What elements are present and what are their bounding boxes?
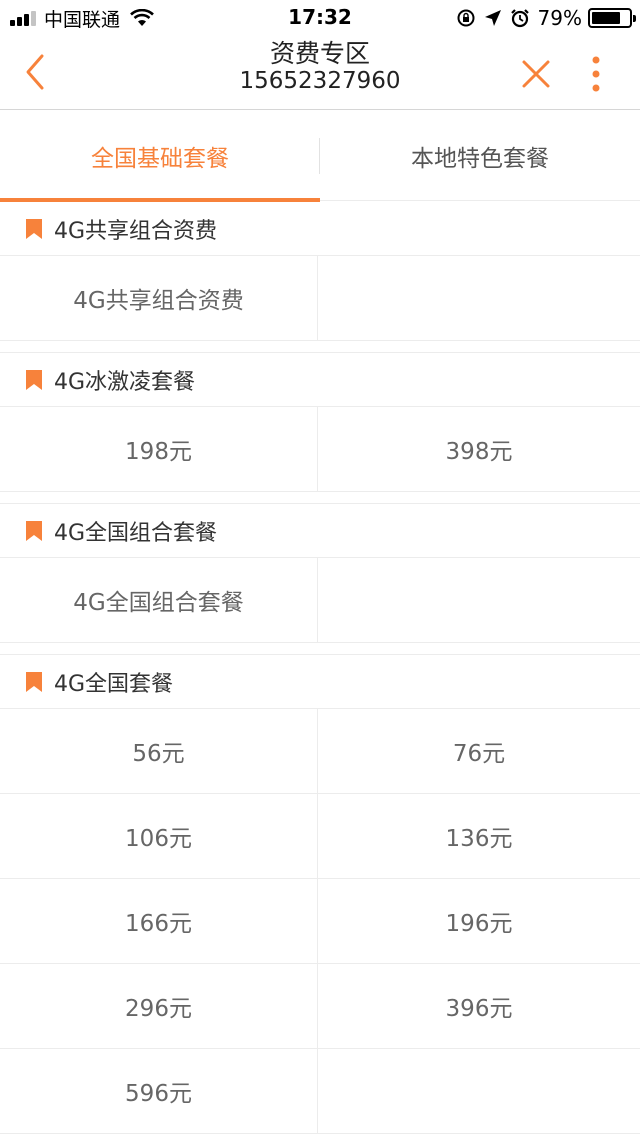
section-grid: 4G全国组合套餐	[0, 558, 640, 643]
alarm-icon	[510, 9, 529, 28]
package-cell[interactable]: 136元	[318, 794, 640, 879]
rotation-lock-icon	[457, 9, 475, 27]
battery-fill	[592, 12, 621, 24]
package-cell[interactable]: 198元	[0, 407, 318, 492]
section-gap	[0, 341, 640, 353]
package-cell[interactable]: 4G共享组合资费	[0, 256, 318, 341]
tab-national-basic[interactable]: 全国基础套餐	[0, 111, 320, 202]
section-grid: 198元 398元	[0, 407, 640, 492]
package-cell[interactable]: 4G全国组合套餐	[0, 558, 318, 643]
status-right: 79%	[456, 6, 636, 30]
section-title: 4G全国套餐	[54, 671, 174, 697]
bookmark-icon	[26, 671, 42, 692]
bookmark-icon	[26, 218, 42, 239]
package-cell[interactable]: 56元	[0, 709, 318, 794]
battery-icon	[588, 8, 636, 28]
package-cell-empty	[318, 558, 640, 643]
status-bar: 中国联通 17:32 79%	[0, 0, 640, 36]
close-icon[interactable]	[516, 54, 556, 94]
package-cell[interactable]: 596元	[0, 1049, 318, 1134]
section-grid: 56元 76元 106元 136元 166元 196元 296元 396元 59…	[0, 709, 640, 1134]
battery-percent: 79%	[537, 6, 582, 30]
section-header: 4G冰激凌套餐	[0, 353, 640, 407]
tab-local-special[interactable]: 本地特色套餐	[320, 111, 640, 201]
package-cell[interactable]: 398元	[318, 407, 640, 492]
nav-bar: 资费专区 15652327960	[0, 36, 640, 110]
tab-divider	[319, 138, 320, 174]
section-gap	[0, 643, 640, 655]
section-title: 4G共享组合资费	[54, 218, 218, 244]
section-title: 4G全国组合套餐	[54, 520, 218, 546]
bookmark-icon	[26, 520, 42, 541]
section-title: 4G冰激凌套餐	[54, 369, 196, 395]
package-cell[interactable]: 106元	[0, 794, 318, 879]
bookmark-icon	[26, 369, 42, 390]
package-cell[interactable]: 196元	[318, 879, 640, 964]
package-cell[interactable]: 396元	[318, 964, 640, 1049]
package-tabs: 全国基础套餐 本地特色套餐	[0, 111, 640, 202]
section-header: 4G共享组合资费	[0, 202, 640, 256]
section-gap	[0, 492, 640, 504]
package-cell[interactable]: 166元	[0, 879, 318, 964]
more-options-icon[interactable]	[584, 52, 608, 96]
location-icon	[484, 10, 501, 26]
section-header: 4G全国组合套餐	[0, 504, 640, 558]
section-grid: 4G共享组合资费	[0, 256, 640, 341]
package-cell-empty	[318, 1049, 640, 1134]
section-header: 4G全国套餐	[0, 655, 640, 709]
package-cell[interactable]: 296元	[0, 964, 318, 1049]
package-cell-empty	[318, 256, 640, 341]
package-list: 4G共享组合资费 4G共享组合资费 4G冰激凌套餐 198元 398元 4G全国…	[0, 202, 640, 1134]
package-cell[interactable]: 76元	[318, 709, 640, 794]
